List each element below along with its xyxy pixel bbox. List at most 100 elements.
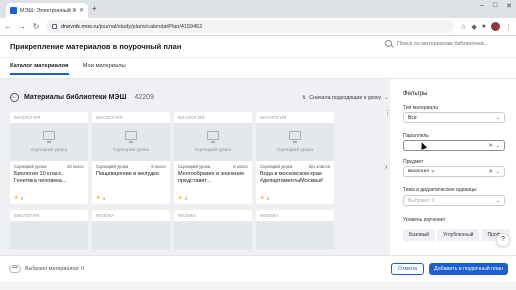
bookmark-star-icon[interactable]: ☆ [460,23,466,31]
level-option-basic[interactable]: Базовый [403,229,436,241]
card-title: Биология 10 класс. Генетика человека... [14,171,67,184]
material-card[interactable]: БИОЛОГИЯ Сценарий урока Сценарий урока бе… [256,112,334,204]
parallel-select[interactable]: ✕ ⌄ [403,140,505,151]
topic-label: Тема и дидактические единицы [403,187,477,193]
star-icon: ★ [260,195,265,201]
search-input[interactable] [397,40,516,47]
extension-icon[interactable]: ● [482,23,486,30]
browser-menu-icon[interactable]: ⋮ [505,23,512,31]
cancel-button[interactable]: Отмена [391,263,424,275]
card-grade: 10 класс [66,164,84,169]
rating-value: 4 [20,195,23,201]
card-subject: БИОЛОГИЯ [14,213,40,218]
card-thumb-label: Сценарий урока [112,148,150,153]
monitor-icon [289,131,301,143]
browser-extensions: ☆ ◆ ● ⋮ [460,22,512,31]
card-type: Сценарий урока [260,164,293,169]
card-subject: БИОЛОГИЯ [96,115,123,120]
url-field[interactable]: dnevnik.mos.ru/journal/study/plans/calen… [46,20,455,33]
maximize-icon[interactable]: □ [493,2,497,10]
remove-chip-icon[interactable]: ✕ [431,169,435,175]
card-rating: ★ 4 [260,195,269,201]
favicon-icon [10,7,17,14]
browser-tab-bar: МЭШ: Электронный Журнал ✕ + – □ ✕ [0,0,516,18]
reload-icon[interactable]: ↻ [32,22,40,31]
help-icon[interactable]: ? [496,233,510,247]
card-type: Сценарий урока [178,164,211,169]
material-card[interactable]: ФИЗИКА [174,210,252,250]
tab-my-materials[interactable]: Мои материалы [83,63,126,75]
chevron-down-icon: ⌄ [495,142,500,149]
more-options-icon[interactable]: ⋮ [384,109,390,117]
parallel-label: Параллель [403,133,429,139]
clear-icon[interactable]: ✕ [488,169,493,175]
material-type-value: Все [408,114,417,121]
tab-catalog[interactable]: Каталог материалов [10,63,69,75]
section-header: ← Материалы библиотеки МЭШ 42209 [10,93,154,102]
section-title: Материалы библиотеки МЭШ [24,94,127,101]
material-card[interactable]: БИОЛОГИЯ Сценарий урока Сценарий урока 10… [10,112,88,204]
clear-icon[interactable]: ✕ [488,143,493,149]
material-type-label: Тип материала [403,105,438,111]
chevron-down-icon: ⌄ [495,114,500,121]
browser-tab-title: МЭШ: Электронный Журнал [20,7,76,14]
divider [0,57,516,58]
card-thumbnail [92,221,170,250]
topic-select[interactable]: Выбрано: 0 ⌄ [403,195,505,206]
card-title: Пищеварение в желудке. [96,171,161,177]
materials-grid-row2: БИОЛОГИЯ ФИЗИКА ФИЗИКА ФИЗИКА [10,210,334,250]
more-icon[interactable]: ••• [9,265,21,273]
chevron-down-icon: ⌄ [495,197,500,204]
subject-chip[interactable]: Биология ✕ [408,169,435,175]
card-rating: ★ 4 [96,195,105,201]
rating-value: 4 [184,195,187,201]
url-text: dnevnik.mos.ru/journal/study/plans/calen… [61,23,203,30]
material-card[interactable]: ФИЗИКА [92,210,170,250]
browser-tab[interactable]: МЭШ: Электронный Журнал ✕ [6,3,88,18]
material-card[interactable]: БИОЛОГИЯ Сценарий урока Сценарий урока 8 … [174,112,252,204]
card-meta: Сценарий урока 8 класс [178,164,248,169]
material-card[interactable]: БИОЛОГИЯ Сценарий урока Сценарий урока 9 … [92,112,170,204]
star-icon: ★ [14,195,19,201]
level-option-advanced[interactable]: Углубленный [437,229,480,241]
rating-value: 4 [102,195,105,201]
card-subject: ФИЗИКА [260,213,279,218]
subject-label: Предмет [403,159,424,165]
card-type: Сценарий урока [96,164,129,169]
minimize-icon[interactable]: – [480,2,484,10]
level-label: Уровень изучения [403,217,445,223]
close-tab-icon[interactable]: ✕ [79,7,84,14]
rating-value: 4 [266,195,269,201]
add-to-plan-button[interactable]: Добавить в поурочный план [429,263,508,275]
card-grade: 9 класс [151,164,166,169]
star-icon: ★ [178,195,183,201]
extension-icon[interactable]: ◆ [471,23,476,31]
card-meta: Сценарий урока 9 класс [96,164,166,169]
materials-grid: БИОЛОГИЯ Сценарий урока Сценарий урока 10… [10,112,334,204]
new-tab-icon[interactable]: + [92,4,97,13]
material-type-select[interactable]: Все ⌄ [403,112,505,123]
card-title: Многообразие и значение представит... [178,171,245,184]
forward-icon[interactable]: → [18,22,26,31]
monitor-icon [125,131,137,143]
materials-count: 42209 [134,94,154,101]
sort-dropdown[interactable]: ⇅ Сначала подходящие к уроку ⌄ [302,95,388,101]
selected-count-text: Выбрано материалов: 0 [25,266,85,272]
subject-select[interactable]: Биология ✕ ✕ ⌄ [403,166,505,177]
card-rating: ★ 4 [178,195,187,201]
search-bar [385,40,516,47]
chevron-right-icon[interactable]: › [385,164,387,171]
close-window-icon[interactable]: ✕ [506,2,512,10]
star-icon: ★ [96,195,101,201]
bottom-strip [0,282,516,290]
card-title: Вода в московском крае #департаментыМоск… [260,171,323,184]
material-card[interactable]: ФИЗИКА [256,210,334,250]
window-controls: – □ ✕ [480,2,512,10]
back-icon[interactable]: ← [4,22,12,31]
card-thumb-label: Сценарий урока [194,148,232,153]
arrow-left-icon[interactable]: ← [10,93,19,102]
material-card[interactable]: БИОЛОГИЯ [10,210,88,250]
card-thumbnail [10,221,88,250]
profile-avatar[interactable] [491,22,500,31]
card-thumb-label: Сценарий урока [276,148,314,153]
